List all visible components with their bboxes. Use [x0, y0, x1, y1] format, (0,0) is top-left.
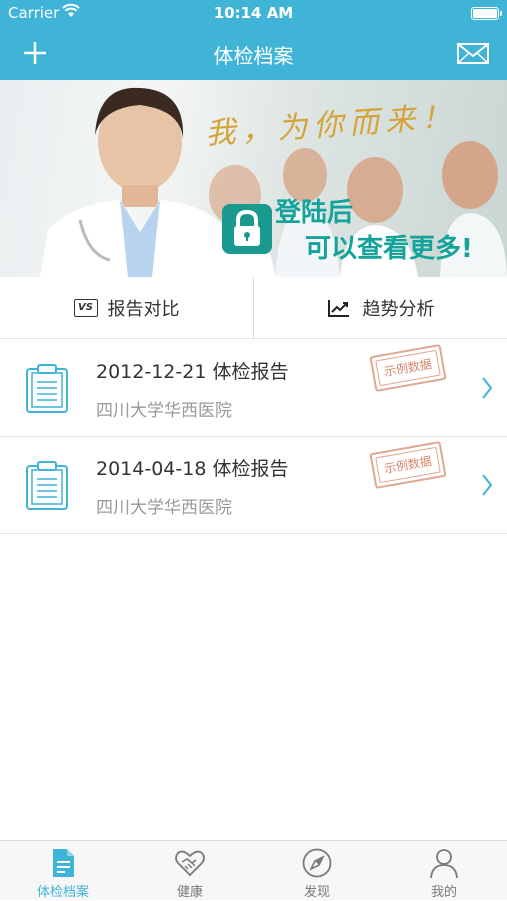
status-time: 10:14 AM — [213, 4, 294, 22]
sample-data-stamp: 示例数据 — [369, 344, 447, 392]
report-title: 2012-12-21 体检报告 — [96, 361, 289, 383]
compare-label: 报告对比 — [107, 298, 180, 320]
trend-analysis-button[interactable]: 趋势分析 — [254, 277, 507, 338]
sample-data-stamp: 示例数据 — [369, 441, 447, 489]
tab-label: 我的 — [430, 885, 457, 900]
mail-icon[interactable] — [455, 38, 491, 68]
clipboard-icon — [26, 461, 68, 510]
compass-icon — [302, 848, 332, 878]
hospital-name: 四川大学华西医院 — [96, 401, 232, 421]
tab-label: 发现 — [303, 885, 330, 900]
document-icon — [53, 849, 74, 877]
tab-health-records[interactable]: 体检档案 — [0, 841, 126, 901]
chevron-right-icon — [482, 474, 493, 496]
status-bar: Carrier 10:14 AM — [0, 0, 507, 26]
tab-bar: 体检档案 健康 发现 我的 — [0, 840, 507, 900]
banner-login-subtext: 可以查看更多! — [305, 234, 473, 264]
tab-profile[interactable]: 我的 — [381, 841, 507, 901]
report-title: 2014-04-18 体检报告 — [96, 458, 289, 480]
banner-login-text: 登陆后 — [275, 198, 354, 228]
battery-icon — [471, 7, 502, 20]
compare-reports-button[interactable]: VS 报告对比 — [0, 277, 253, 338]
trend-label: 趋势分析 — [362, 298, 435, 320]
nav-bar: 体检档案 — [0, 26, 507, 80]
lock-icon — [222, 204, 272, 254]
handshake-icon — [175, 850, 205, 877]
battery-fill — [473, 9, 497, 18]
vs-icon: VS — [73, 298, 98, 317]
person-icon — [430, 849, 458, 879]
hospital-name: 四川大学华西医院 — [96, 498, 232, 518]
trend-chart-icon — [327, 299, 349, 317]
page-title: 体检档案 — [213, 44, 294, 68]
clipboard-icon — [26, 364, 68, 413]
list-item[interactable]: 2014-04-18 体检报告 四川大学华西医院 示例数据 — [0, 437, 507, 534]
list-item[interactable]: 2012-12-21 体检报告 四川大学华西医院 示例数据 — [0, 340, 507, 437]
tab-label: 健康 — [176, 885, 203, 900]
action-buttons: VS 报告对比 趋势分析 — [0, 277, 507, 339]
tab-health[interactable]: 健康 — [127, 841, 253, 901]
tab-label: 体检档案 — [36, 885, 89, 900]
chevron-right-icon — [482, 377, 493, 399]
report-list: 2012-12-21 体检报告 四川大学华西医院 示例数据 2014-04-18… — [0, 340, 507, 534]
promo-banner[interactable]: 我，为你而来！ 登陆后 可以查看更多! — [0, 80, 507, 277]
tab-discover[interactable]: 发现 — [254, 841, 380, 901]
